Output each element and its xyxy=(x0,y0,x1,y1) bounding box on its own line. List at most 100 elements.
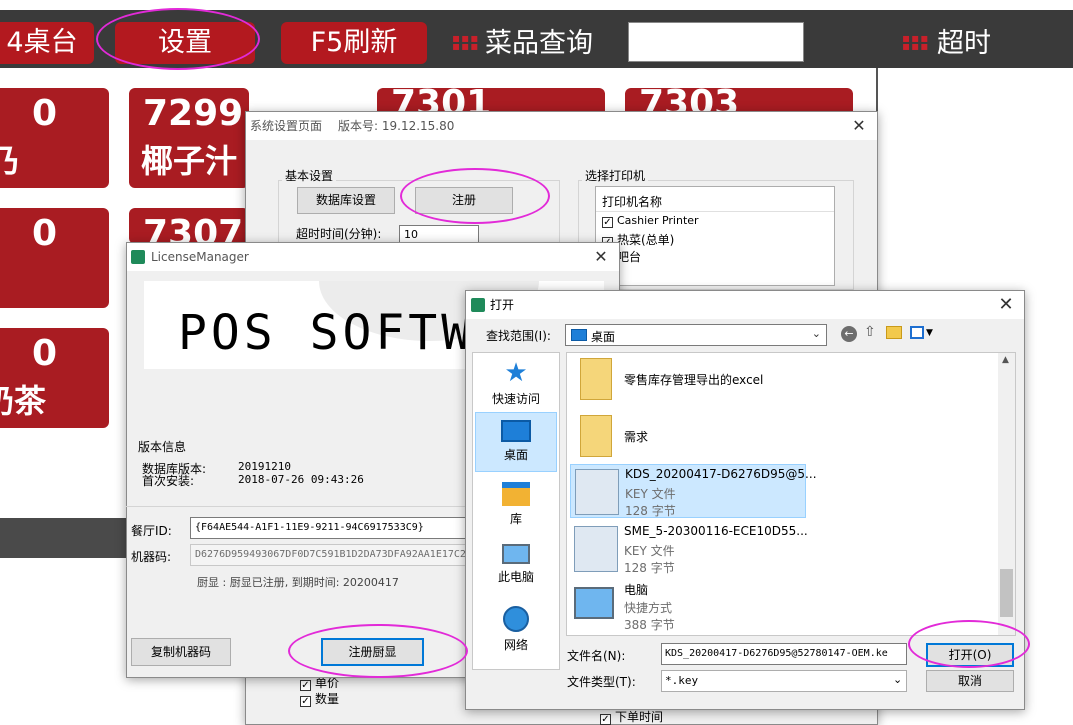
basic-settings-label: 基本设置 xyxy=(282,167,337,184)
machine-code-label: 机器码: xyxy=(131,550,172,564)
place-desktop[interactable]: 桌面 xyxy=(476,420,556,463)
annotation-ellipse xyxy=(908,620,1030,668)
filename-label: 文件名(N): xyxy=(567,649,626,663)
checkbox-checked[interactable]: ✓ xyxy=(300,696,311,707)
file-item[interactable]: 零售库存管理导出的excel xyxy=(570,354,806,408)
license-titlebar: LicenseManager ✕ xyxy=(127,243,619,271)
app-icon xyxy=(131,250,145,264)
printer-item[interactable]: ✓ Cashier Printer xyxy=(602,214,699,228)
grid-icon: ▪▪▪ ▪▪▪ xyxy=(902,31,930,53)
file-item[interactable]: 电脑 快捷方式 388 字节 xyxy=(570,579,806,633)
checkbox-checked[interactable]: ✓ xyxy=(602,217,613,228)
back-icon[interactable]: ← xyxy=(841,326,857,342)
system-settings-titlebar: 系统设置页面 版本号: 19.12.15.80 ✕ xyxy=(246,112,877,140)
chevron-down-icon[interactable]: ⌄ xyxy=(893,673,902,686)
copy-machine-code-button[interactable]: 复制机器码 xyxy=(131,638,231,666)
machine-code-field[interactable]: D6276D959493067DF0D7C591B1D2DA73DFA92AA1… xyxy=(190,544,468,566)
timeout-minutes-label: 超时时间(分钟): xyxy=(296,227,382,241)
dish-search-input[interactable] xyxy=(628,22,804,62)
table-count: 0 xyxy=(31,333,57,374)
annotation-ellipse xyxy=(288,624,468,678)
place-library[interactable]: 库 xyxy=(476,482,556,527)
close-icon[interactable]: ✕ xyxy=(589,243,613,271)
table-name: 奶茶 xyxy=(0,382,47,420)
file-name: KDS_20200417-D6276D95@5... xyxy=(625,467,817,481)
file-name: 零售库存管理导出的excel xyxy=(624,373,764,387)
cancel-button[interactable]: 取消 xyxy=(926,670,1014,692)
file-type: KEY 文件 xyxy=(625,487,676,501)
first-install-label: 首次安装: xyxy=(142,474,195,488)
table-count: 0 xyxy=(31,93,57,134)
file-type: 快捷方式 xyxy=(624,601,673,615)
filetype-select[interactable]: *.key xyxy=(661,670,907,692)
tables-button[interactable]: 4桌台 xyxy=(0,22,94,64)
file-item[interactable]: SME_5-20300116-ECE10D55... KEY 文件 128 字节 xyxy=(570,522,808,576)
open-dialog-titlebar: 打开 ✕ xyxy=(466,291,1024,319)
close-icon[interactable]: ✕ xyxy=(994,291,1018,319)
timeout-label: 超时 xyxy=(937,28,991,59)
place-network[interactable]: 网络 xyxy=(476,606,556,653)
refresh-button[interactable]: F5刷新 xyxy=(281,22,427,64)
printer-list-header: 打印机名称 xyxy=(602,195,663,209)
filename-input[interactable]: KDS_20200417-D6276D95@52780147-OEM.ke xyxy=(661,643,907,665)
printer-list[interactable]: 打印机名称 ✓Cashier Printer ✓热菜(总单) ✓吧台 xyxy=(595,186,835,286)
window-title: 系统设置页面 xyxy=(250,119,323,133)
place-this-pc[interactable]: 此电脑 xyxy=(476,544,556,585)
file-name: 电脑 xyxy=(624,583,649,597)
filetype-label: 文件类型(T): xyxy=(567,675,636,689)
notepad-icon xyxy=(575,469,619,515)
file-size: 388 字节 xyxy=(624,618,675,632)
file-item[interactable]: 需求 xyxy=(570,411,806,465)
desktop-icon xyxy=(501,420,531,442)
table-count: 0 xyxy=(31,213,57,254)
folder-icon xyxy=(580,415,612,457)
table-number: 7307 xyxy=(143,213,244,244)
restaurant-id-label: 餐厅ID: xyxy=(131,524,172,538)
globe-icon xyxy=(503,606,529,632)
table-number: 7299 xyxy=(143,93,244,134)
computer-icon xyxy=(502,544,530,564)
chevron-down-icon[interactable]: ⌄ xyxy=(812,327,821,340)
table-card[interactable]: 7299 椰子汁 xyxy=(129,88,249,188)
up-folder-icon[interactable]: ⇧ xyxy=(864,324,876,340)
annotation-ellipse xyxy=(400,168,550,224)
chevron-down-icon[interactable]: ▼ xyxy=(926,328,933,338)
printer-group-label: 选择打印机 xyxy=(582,167,649,184)
first-install-value: 2018-07-26 09:43:26 xyxy=(238,473,364,486)
kds-status: 厨显 : 厨显已注册, 到期时间: 20200417 xyxy=(197,576,399,589)
scrollbar-thumb[interactable] xyxy=(1000,569,1013,617)
file-name: SME_5-20300116-ECE10D55... xyxy=(624,524,808,538)
database-settings-button[interactable]: 数据库设置 xyxy=(297,187,395,214)
notepad-icon xyxy=(574,526,618,572)
table-card[interactable]: 0 奶茶 xyxy=(0,328,109,428)
grid-icon: ▪▪▪ ▪▪▪ xyxy=(452,31,480,53)
table-card[interactable]: 0 - xyxy=(0,208,109,308)
chevron-up-icon[interactable]: ▲ xyxy=(1002,355,1009,365)
look-in-select[interactable]: 桌面 ⌄ xyxy=(565,324,827,346)
restaurant-id-field[interactable]: {F64AE544-A1F1-11E9-9211-94C6917533C9} xyxy=(190,517,468,539)
look-in-label: 查找范围(I): xyxy=(486,329,551,343)
computer-icon xyxy=(574,587,614,619)
table-name: 椰子汁 xyxy=(141,142,238,180)
option-quantity[interactable]: ✓ 数量 xyxy=(300,690,339,707)
table-card[interactable]: 7307 xyxy=(129,208,249,244)
table-name: 乃 xyxy=(0,142,21,180)
app-icon xyxy=(471,298,485,312)
library-icon xyxy=(502,482,530,506)
view-menu-icon[interactable] xyxy=(910,326,924,339)
file-type: KEY 文件 xyxy=(624,544,675,558)
db-version-value: 20191210 xyxy=(238,460,291,473)
table-card[interactable]: 0 乃 xyxy=(0,88,109,188)
new-folder-icon[interactable] xyxy=(886,326,902,339)
star-icon: ★ xyxy=(504,358,528,388)
file-item-selected[interactable]: KDS_20200417-D6276D95@5... KEY 文件 128 字节 xyxy=(570,464,817,518)
option-order-time[interactable]: ✓ 下单时间 xyxy=(600,708,663,725)
close-icon[interactable]: ✕ xyxy=(847,112,871,140)
banner-text: POS SOFTW xyxy=(178,305,475,361)
scrollbar[interactable]: ▲ xyxy=(998,353,1015,635)
checkbox-checked[interactable]: ✓ xyxy=(600,714,611,725)
annotation-ellipse xyxy=(96,8,260,70)
window-title: LicenseManager xyxy=(151,250,249,264)
version-label: 版本号: 19.12.15.80 xyxy=(338,119,455,133)
place-quick-access[interactable]: ★ 快速访问 xyxy=(476,360,556,407)
